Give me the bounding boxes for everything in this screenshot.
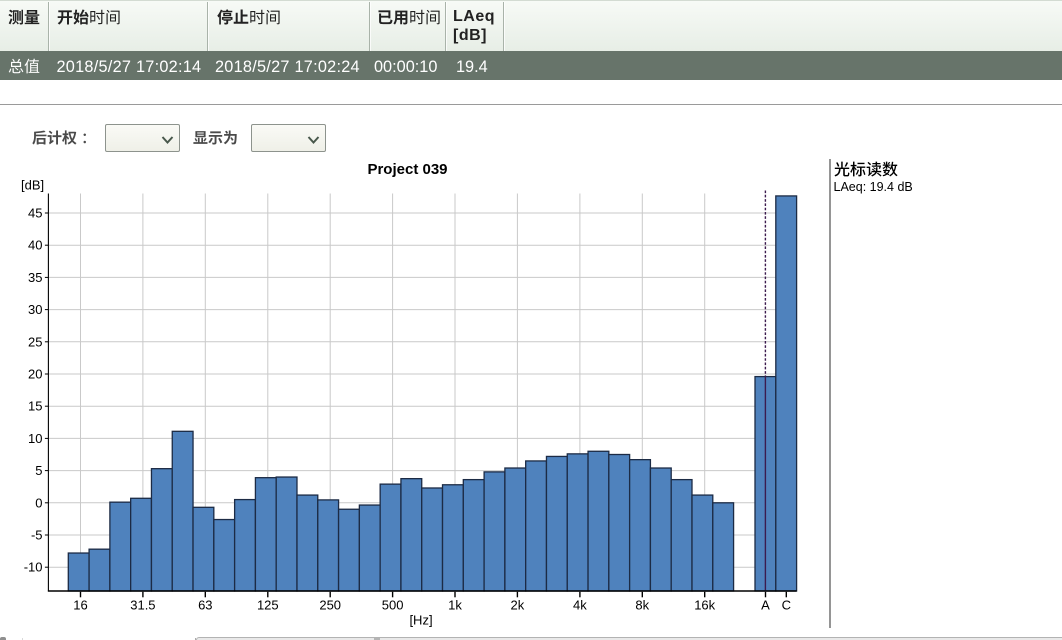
svg-text:2k: 2k: [511, 598, 525, 613]
svg-text:25: 25: [28, 334, 42, 349]
svg-text:0: 0: [35, 495, 42, 510]
svg-text:45: 45: [28, 206, 42, 221]
svg-text:4k: 4k: [573, 598, 587, 613]
svg-text:250: 250: [319, 598, 341, 613]
svg-text:[dB]: [dB]: [21, 178, 44, 193]
svg-text:63: 63: [198, 598, 212, 613]
svg-text:30: 30: [28, 302, 42, 317]
svg-text:40: 40: [28, 238, 42, 253]
svg-text:[Hz]: [Hz]: [409, 613, 432, 628]
svg-text:10: 10: [28, 431, 42, 446]
svg-text:-10: -10: [24, 560, 43, 575]
svg-text:125: 125: [257, 598, 279, 613]
svg-text:31.5: 31.5: [130, 598, 155, 613]
svg-text:-5: -5: [31, 528, 43, 543]
svg-text:16: 16: [73, 598, 87, 613]
svg-text:C: C: [782, 598, 791, 613]
svg-text:20: 20: [28, 367, 42, 382]
svg-text:35: 35: [28, 270, 42, 285]
svg-text:A: A: [761, 598, 770, 613]
svg-text:5: 5: [35, 463, 42, 478]
svg-text:500: 500: [382, 598, 404, 613]
svg-text:16k: 16k: [694, 598, 715, 613]
svg-text:15: 15: [28, 399, 42, 414]
svg-text:8k: 8k: [635, 598, 649, 613]
svg-text:1k: 1k: [448, 598, 462, 613]
